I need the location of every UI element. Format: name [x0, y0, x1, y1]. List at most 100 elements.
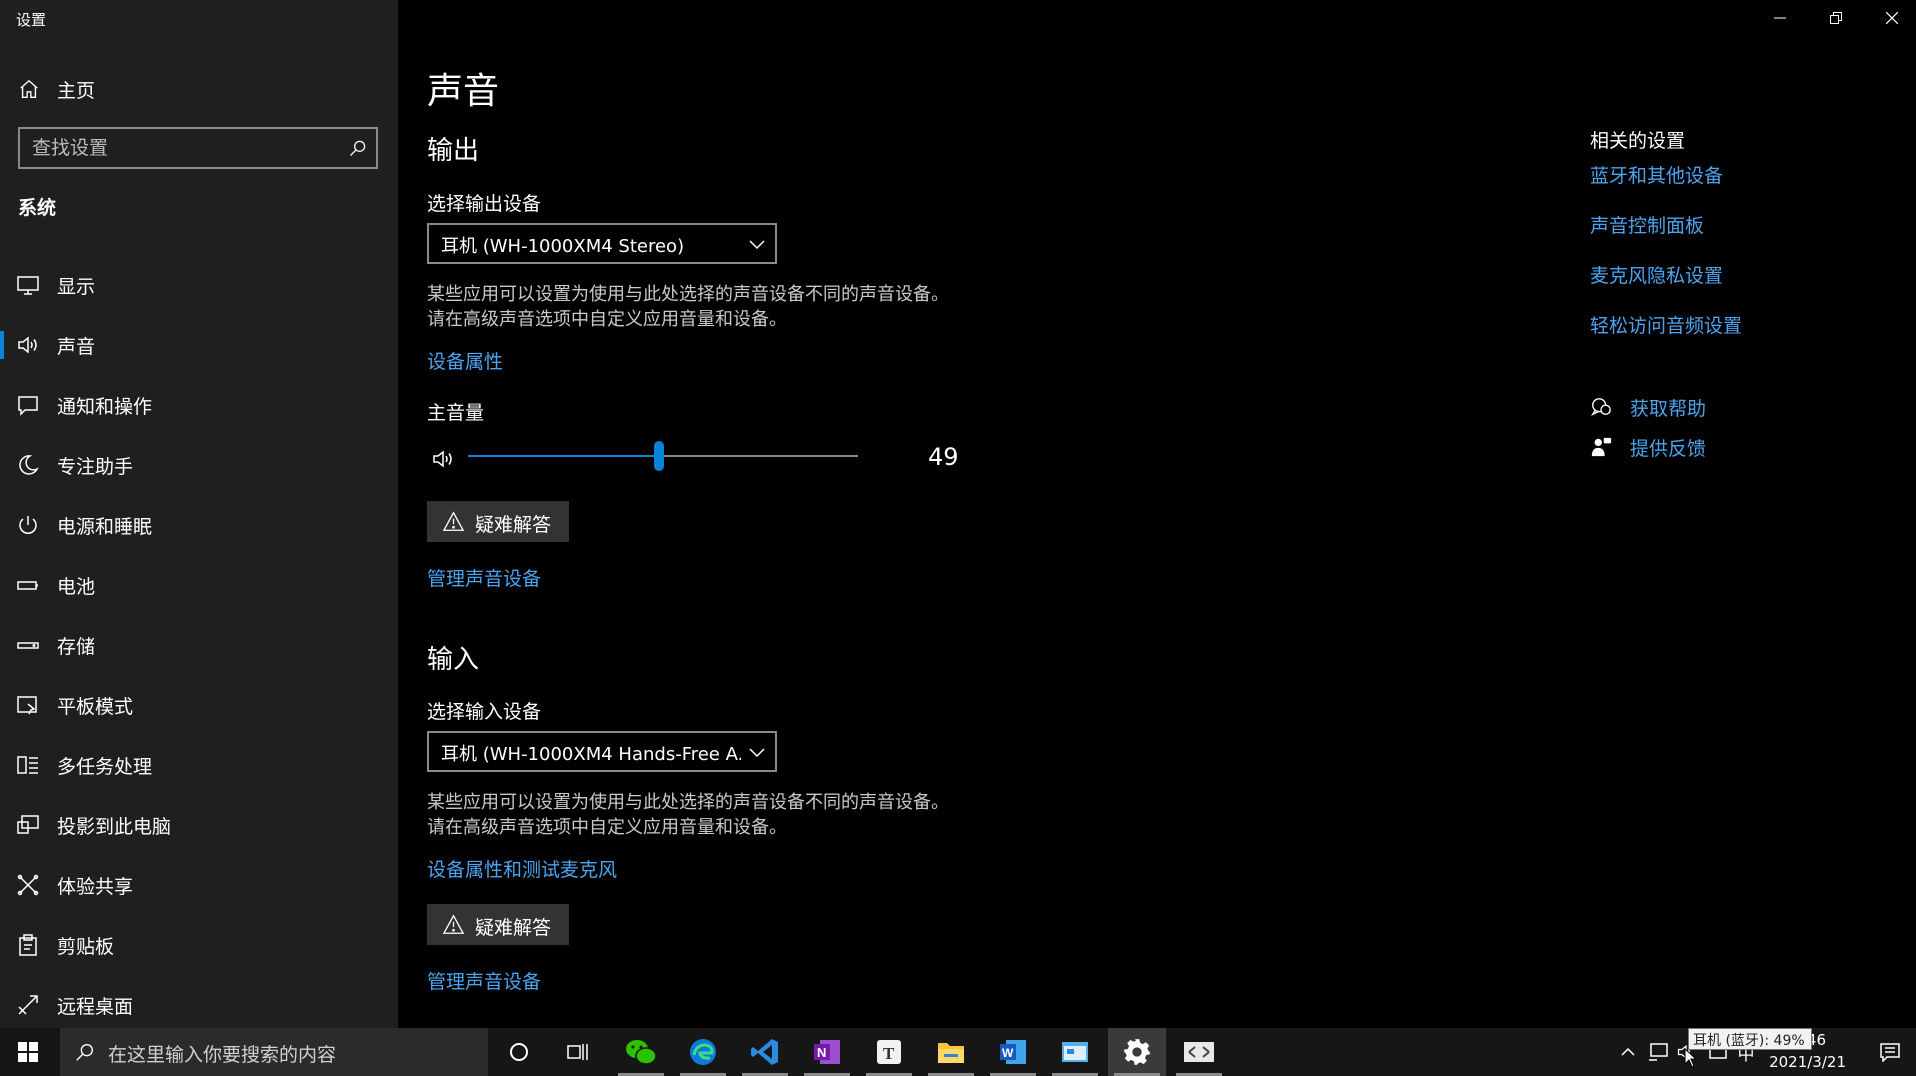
cortana-button[interactable] [490, 1028, 548, 1076]
sidebar-home-label: 主页 [57, 79, 96, 102]
sidebar-item-power-sleep[interactable]: 电源和睡眠 [0, 495, 398, 555]
sidebar-item-label: 存储 [57, 635, 96, 658]
related-settings-title: 相关的设置 [1590, 130, 1686, 152]
sidebar-item-label: 声音 [57, 335, 96, 358]
wechat-icon [626, 1040, 657, 1065]
sidebar-item-multitasking[interactable]: 多任务处理 [0, 735, 398, 795]
give-feedback-label: 提供反馈 [1630, 438, 1707, 460]
sidebar-item-battery[interactable]: 电池 [0, 555, 398, 615]
power-icon [19, 516, 37, 534]
onenote-icon: N [814, 1040, 840, 1064]
taskbar-app-word[interactable]: W [984, 1028, 1042, 1076]
related-link-ease-of-access-audio[interactable]: 轻松访问音频设置 [1590, 311, 1742, 338]
restore-icon [1830, 12, 1842, 24]
search-icon [76, 1043, 94, 1061]
input-device-dropdown[interactable]: 耳机 (WH-1000XM4 Hands-Free A... [427, 731, 777, 772]
notification-icon [18, 396, 38, 416]
search-icon[interactable] [348, 138, 368, 158]
sidebar-item-label: 平板模式 [57, 695, 134, 718]
sidebar-item-shared-experiences[interactable]: 体验共享 [0, 855, 398, 915]
sidebar-item-home[interactable]: 主页 [0, 72, 398, 106]
sidebar-item-label: 通知和操作 [57, 395, 153, 418]
sidebar-item-display[interactable]: 显示 [0, 255, 398, 315]
sidebar-item-project[interactable]: 投影到此电脑 [0, 795, 398, 855]
warning-icon [443, 914, 464, 934]
monitor-icon [17, 276, 39, 295]
volume-slider-fill [468, 455, 660, 457]
output-description: 某些应用可以设置为使用与此处选择的声音设备不同的声音设备。 请在高级声音选项中自… [427, 282, 949, 332]
typora-icon: T [877, 1040, 901, 1064]
taskbar-app-settings[interactable] [1108, 1028, 1166, 1076]
taskbar-search-placeholder: 在这里输入你要搜索的内容 [108, 1044, 337, 1066]
windows-logo-icon [18, 1042, 38, 1062]
input-troubleshoot-button[interactable]: 疑难解答 [427, 904, 569, 945]
close-icon [1886, 12, 1898, 24]
storage-icon [17, 642, 39, 649]
master-volume-label: 主音量 [427, 402, 485, 424]
sidebar: 设置 主页 系统 显示 声音 通知和操作 [0, 0, 398, 1028]
sidebar-item-remote-desktop[interactable]: 远程桌面 [0, 975, 398, 1035]
troubleshoot-label: 疑难解答 [475, 514, 552, 536]
page-title: 声音 [427, 71, 500, 112]
related-link-sound-control-panel[interactable]: 声音控制面板 [1590, 211, 1704, 238]
output-device-value: 耳机 (WH-1000XM4 Stereo) [441, 236, 685, 257]
master-volume-slider[interactable] [468, 441, 858, 471]
settings-search-box[interactable] [18, 127, 378, 169]
device-properties-test-mic-link[interactable]: 设备属性和测试麦克风 [427, 855, 617, 882]
section-label-system: 系统 [18, 197, 57, 219]
sidebar-nav: 显示 声音 通知和操作 专注助手 电源和睡眠 电池 存储 平板模式 多任务处理 … [0, 255, 398, 1035]
task-view-button[interactable] [549, 1028, 607, 1076]
sidebar-item-tablet-mode[interactable]: 平板模式 [0, 675, 398, 735]
taskbar-app-typora[interactable]: T [860, 1028, 918, 1076]
svg-text:W: W [1002, 1046, 1014, 1060]
manage-sound-devices-link[interactable]: 管理声音设备 [427, 967, 541, 994]
output-device-label: 选择输出设备 [427, 193, 542, 215]
volume-mute-toggle-icon[interactable] [431, 447, 455, 471]
close-button[interactable] [1864, 0, 1916, 36]
sidebar-item-sound[interactable]: 声音 [0, 315, 398, 375]
related-link-mic-privacy[interactable]: 麦克风隐私设置 [1590, 261, 1723, 288]
clipboard-icon [19, 934, 37, 956]
share-icon [17, 874, 39, 896]
manage-sound-devices-link[interactable]: 管理声音设备 [427, 564, 541, 591]
feedback-icon [1591, 437, 1612, 457]
tablet-icon [17, 696, 37, 715]
taskbar-search[interactable]: 在这里输入你要搜索的内容 [60, 1028, 488, 1076]
start-button[interactable] [0, 1028, 56, 1076]
taskbar-app-wechat[interactable] [612, 1028, 670, 1076]
output-heading: 输出 [427, 136, 480, 166]
sidebar-item-storage[interactable]: 存储 [0, 615, 398, 675]
sidebar-item-label: 专注助手 [57, 455, 134, 478]
restore-button[interactable] [1808, 0, 1864, 36]
output-device-dropdown[interactable]: 耳机 (WH-1000XM4 Stereo) [427, 223, 777, 264]
input-device-value: 耳机 (WH-1000XM4 Hands-Free A... [441, 744, 741, 765]
action-center-button[interactable] [1864, 1028, 1916, 1076]
sidebar-item-focus-assist[interactable]: 专注助手 [0, 435, 398, 495]
help-chat-icon [1590, 398, 1611, 417]
related-link-bluetooth[interactable]: 蓝牙和其他设备 [1590, 161, 1723, 188]
taskbar-app-switch[interactable] [1170, 1028, 1228, 1076]
output-troubleshoot-button[interactable]: 疑难解答 [427, 501, 569, 542]
svg-text:N: N [817, 1045, 826, 1060]
switch-icon [1184, 1042, 1214, 1062]
settings-search-input[interactable] [32, 129, 332, 167]
sidebar-item-clipboard[interactable]: 剪贴板 [0, 915, 398, 975]
remote-desktop-icon [18, 995, 38, 1015]
minimize-button[interactable] [1752, 0, 1808, 36]
device-properties-link[interactable]: 设备属性 [427, 347, 503, 374]
taskbar-app-edge[interactable] [674, 1028, 732, 1076]
clock-date: 2021/3/21 [1769, 1053, 1846, 1071]
sidebar-item-notifications[interactable]: 通知和操作 [0, 375, 398, 435]
app-title: 设置 [16, 11, 47, 29]
show-hidden-icons-button[interactable] [1614, 1028, 1642, 1076]
cortana-icon [510, 1043, 528, 1061]
get-help-label: 获取帮助 [1630, 398, 1707, 420]
taskbar-app-onenote[interactable]: N [798, 1028, 856, 1076]
network-tray-button[interactable] [1644, 1028, 1672, 1076]
taskbar-app-vscode[interactable] [736, 1028, 794, 1076]
settings-icon [1124, 1039, 1150, 1065]
volume-slider-thumb[interactable] [654, 441, 665, 471]
taskbar: 在这里输入你要搜索的内容 N T W 中 [0, 1028, 1916, 1076]
taskbar-app-control-panel[interactable] [1046, 1028, 1104, 1076]
taskbar-app-file-explorer[interactable] [922, 1028, 980, 1076]
